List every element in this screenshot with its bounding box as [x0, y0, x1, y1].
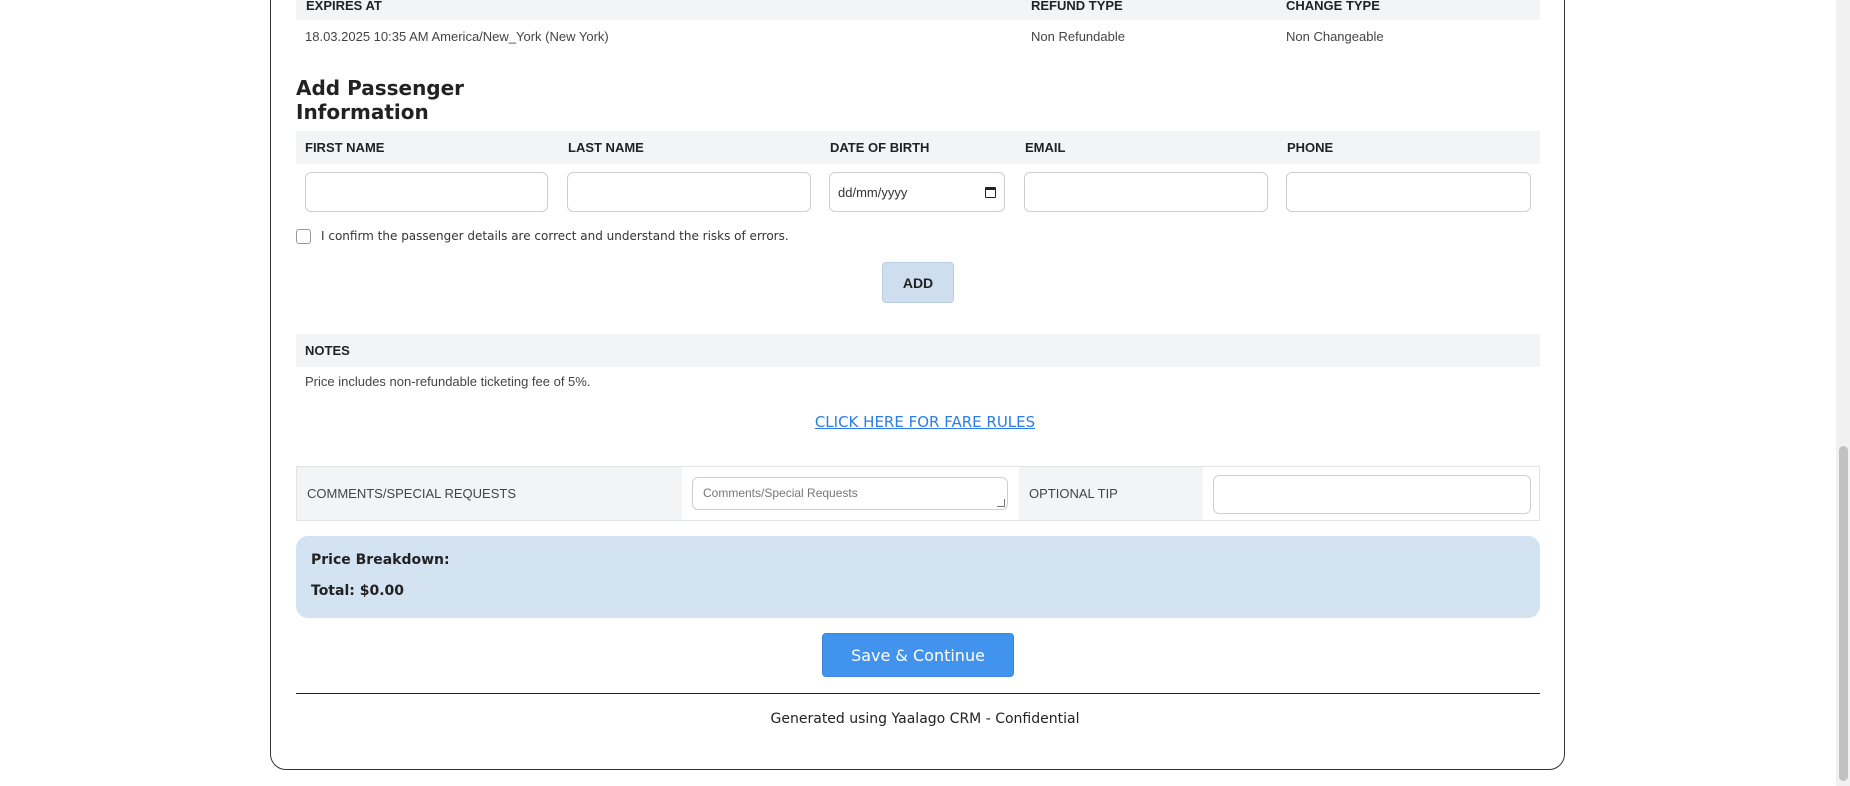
comments-textarea[interactable]: Comments/Special Requests — [692, 477, 1008, 510]
phone-header: PHONE — [1287, 140, 1334, 155]
change-type-header: CHANGE TYPE — [1286, 0, 1380, 13]
total-row: Total: $0.00 — [311, 583, 404, 599]
fare-rules-link[interactable]: CLICK HERE FOR FARE RULES — [0, 413, 1850, 431]
footer-divider — [296, 693, 1540, 694]
refund-type-value: Non Refundable — [1031, 29, 1125, 44]
notes-header-label: NOTES — [305, 343, 350, 358]
tip-label-cell: OPTIONAL TIP — [1019, 467, 1203, 520]
last-name-input[interactable] — [567, 172, 811, 212]
price-breakdown-label: Price Breakdown: — [311, 552, 450, 568]
last-name-header: LAST NAME — [568, 140, 644, 155]
comments-label: COMMENTS/SPECIAL REQUESTS — [307, 486, 516, 501]
footer-text: Generated using Yaalago CRM - Confidenti… — [770, 711, 1080, 727]
date-of-birth-header: DATE OF BIRTH — [830, 140, 930, 155]
tip-cell — [1203, 467, 1539, 520]
requests-table: COMMENTS/SPECIAL REQUESTS Comments/Speci… — [296, 466, 1540, 521]
page-scrollbar[interactable] — [1836, 0, 1850, 786]
notes-text: Price includes non-refundable ticketing … — [305, 374, 591, 389]
scrollbar-thumb[interactable] — [1839, 446, 1848, 781]
price-breakdown-panel: Price Breakdown: Total: $0.00 — [296, 536, 1540, 618]
phone-input[interactable] — [1286, 172, 1531, 212]
save-continue-button[interactable]: Save & Continue — [822, 633, 1014, 677]
comments-cell: Comments/Special Requests — [682, 467, 1019, 520]
add-passenger-button[interactable]: ADD — [882, 262, 954, 303]
passenger-section-title: Add Passenger Information — [296, 76, 574, 135]
comments-placeholder: Comments/Special Requests — [703, 486, 858, 500]
date-placeholder: dd/mm/yyyy — [838, 184, 908, 200]
refund-type-header: REFUND TYPE — [1031, 0, 1123, 13]
email-header: EMAIL — [1025, 140, 1066, 155]
expires-at-value: 18.03.2025 10:35 AM America/New_York (Ne… — [305, 29, 609, 44]
notes-header: NOTES — [296, 334, 1540, 367]
first-name-header: FIRST NAME — [305, 140, 385, 155]
resize-handle-icon[interactable] — [997, 499, 1005, 507]
total-label: Total — [311, 583, 350, 599]
confirm-checkbox[interactable] — [296, 229, 311, 244]
optional-tip-input[interactable] — [1213, 475, 1531, 514]
first-name-input[interactable] — [305, 172, 548, 212]
tip-label: OPTIONAL TIP — [1029, 486, 1118, 501]
confirm-label: I confirm the passenger details are corr… — [321, 229, 789, 243]
change-type-value: Non Changeable — [1286, 29, 1384, 44]
date-of-birth-input[interactable]: dd/mm/yyyy — [829, 172, 1005, 212]
passenger-table-header: FIRST NAME LAST NAME DATE OF BIRTH EMAIL… — [296, 131, 1540, 164]
calendar-icon[interactable] — [985, 186, 996, 198]
total-value: : $0.00 — [349, 583, 405, 599]
email-input[interactable] — [1024, 172, 1268, 212]
comments-label-cell: COMMENTS/SPECIAL REQUESTS — [297, 467, 682, 520]
expires-at-header: EXPIRES AT — [306, 0, 382, 13]
ticket-table-header: EXPIRES AT REFUND TYPE CHANGE TYPE — [296, 0, 1540, 20]
